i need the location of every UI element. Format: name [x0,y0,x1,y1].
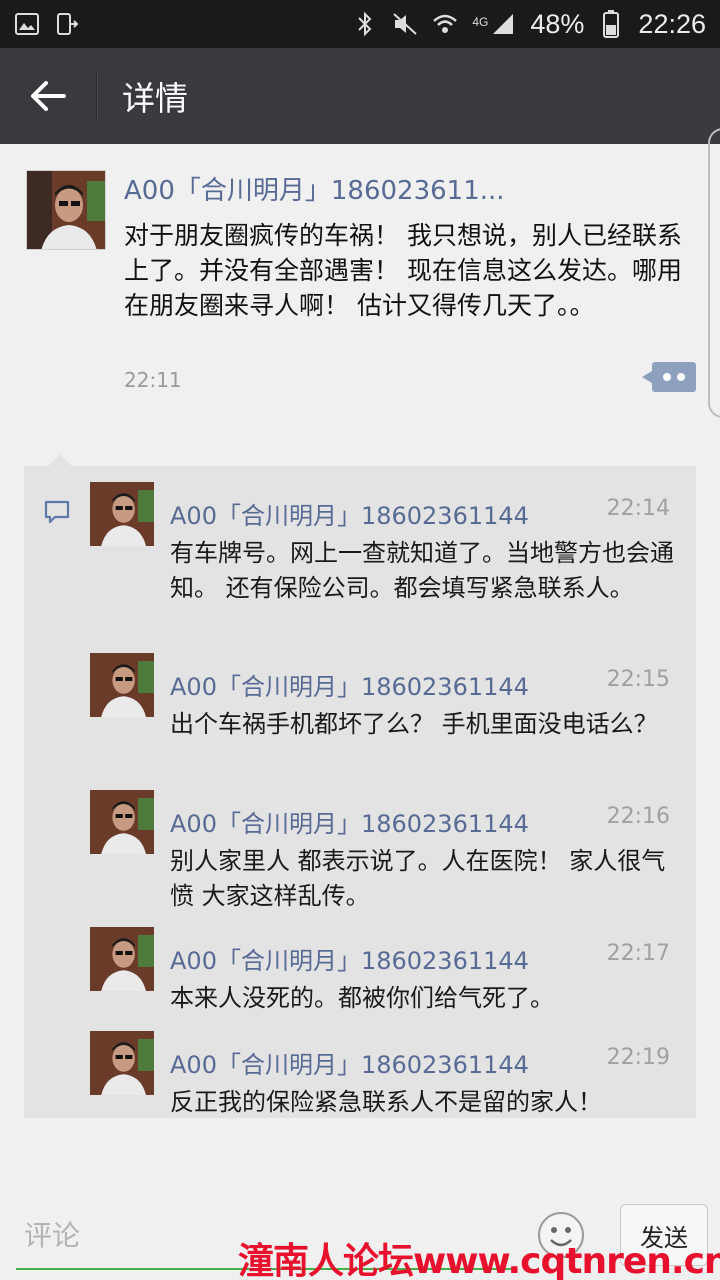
comment-text: 反正我的保险紧急联系人不是留的家人！ [170,1088,602,1116]
comment-text: 本来人没死的。都被你们给气死了。 [170,984,554,1012]
page-title: 详情 [122,79,188,118]
comment-like-menu-button[interactable] [642,362,696,392]
title-bar: 详情 [0,48,720,144]
comment-avatar[interactable] [90,790,154,854]
screen-mirror-icon [54,11,80,37]
comment-text: 别人家里人 都表示说了。人在医院！ 家人很气愤 大家这样乱传。 [170,847,666,910]
edge-handle[interactable] [708,128,720,418]
comment-time: 22:17 [606,941,670,966]
comment-avatar[interactable] [90,482,154,546]
dot-icon [663,373,671,381]
bluetooth-icon [352,11,378,37]
post-author-name[interactable]: A00「合川明月」186023611... [124,170,544,207]
comment-text: 有车牌号。网上一查就知道了。当地警方也会通知。 还有保险公司。都会填写紧急联系人… [170,539,674,602]
comment-author[interactable]: A00「合川明月」18602361144 [170,667,529,702]
signal-icon [490,11,516,37]
comment-author[interactable]: A00「合川明月」18602361144 [170,496,529,531]
mute-icon [392,11,418,37]
comment-time: 22:19 [606,1045,670,1070]
arrow-left-icon [31,81,66,111]
comments-section: A00「合川明月」18602361144 22:14 有车牌号。网上一查就知道了… [24,454,696,1118]
gallery-icon [14,11,40,37]
dot-icon [677,373,685,381]
status-bar: 4G 48% 22:26 [0,0,720,48]
watermark-text: 潼南人论坛www.cqtnren.cn [238,1241,720,1280]
post-time: 22:11 [124,368,182,392]
comment-time: 22:14 [606,496,670,521]
comment-avatar[interactable] [90,1031,154,1095]
comment-text: 出个车祸手机都坏了么？ 手机里面没电话么？ [170,710,658,738]
post-text: 对于朋友圈疯传的车祸！ 我只想说，别人已经联系上了。并没有全部遇害！ 现在信息这… [124,221,682,320]
comment-time: 22:15 [606,667,670,692]
comment-icon [44,500,70,524]
comment-avatar[interactable] [90,653,154,717]
battery-icon [598,10,624,38]
back-button[interactable] [0,48,96,144]
title-divider [96,72,98,120]
network-type: 4G [472,15,489,29]
battery-percent: 48% [530,8,585,39]
comment-time: 22:16 [606,804,670,829]
comment-avatar[interactable] [90,927,154,991]
comment-author[interactable]: A00「合川明月」18602361144 [170,804,529,839]
comment-author[interactable]: A00「合川明月」18602361144 [170,941,529,976]
clock: 22:26 [638,8,706,39]
wifi-icon [432,11,458,37]
comment-author[interactable]: A00「合川明月」18602361144 [170,1045,529,1080]
post-author-avatar[interactable] [26,170,106,250]
